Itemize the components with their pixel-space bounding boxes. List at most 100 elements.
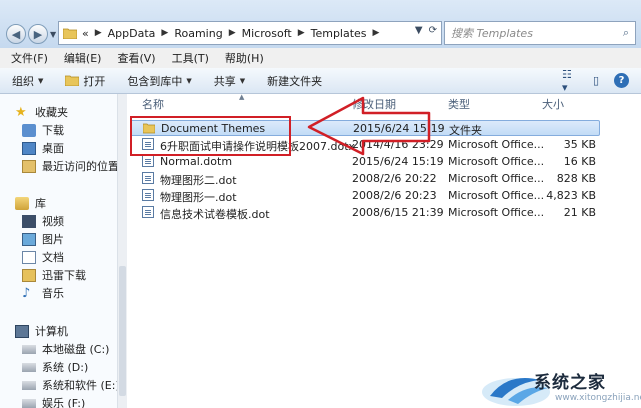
- search-placeholder: 搜索 Templates: [451, 27, 533, 40]
- drive-icon: [22, 344, 36, 354]
- new-folder-button[interactable]: 新建文件夹: [267, 73, 322, 89]
- menu-bar: 文件(F) 编辑(E) 查看(V) 工具(T) 帮助(H): [0, 48, 641, 68]
- file-modified: 2008/2/6 20:23: [352, 189, 437, 202]
- computer-icon: [15, 324, 29, 338]
- chevron-right-icon[interactable]: ▶: [373, 28, 380, 38]
- nav-item-label: 文档: [42, 251, 64, 264]
- organize-button[interactable]: 组织 ▼: [12, 73, 43, 89]
- menu-file[interactable]: 文件(F): [11, 50, 48, 66]
- watermark-url: www.xitongzhijia.net: [555, 393, 641, 403]
- nav-item-label: 系统和软件 (E:): [42, 379, 117, 392]
- file-size: 21 KB: [563, 206, 596, 219]
- nav-libraries[interactable]: 库: [15, 195, 46, 211]
- open-button[interactable]: 打开: [65, 73, 105, 89]
- documents-icon: [22, 250, 36, 264]
- navigation-scrollbar[interactable]: [117, 94, 127, 408]
- file-size: 828 KB: [556, 172, 596, 185]
- chevron-right-icon[interactable]: ▶: [161, 28, 168, 38]
- breadcrumb-microsoft[interactable]: Microsoft: [242, 27, 292, 40]
- file-name: 信息技术试卷模板.dot: [160, 208, 270, 221]
- nav-item-thunder-downloads[interactable]: 迅雷下载: [22, 267, 86, 283]
- breadcrumb-overflow[interactable]: «: [82, 27, 89, 40]
- file-type: Microsoft Office...: [448, 206, 545, 219]
- address-dropdown-icon[interactable]: ▼: [415, 25, 423, 36]
- file-row[interactable]: 信息技术试卷模板.dot 2008/6/15 21:39 Microsoft O…: [130, 205, 600, 221]
- column-type[interactable]: 类型: [448, 94, 470, 114]
- back-button[interactable]: ◀: [6, 24, 26, 44]
- file-type: Microsoft Office...: [448, 189, 545, 202]
- template-icon: [142, 206, 154, 218]
- file-row[interactable]: 物理图形一.dot 2008/2/6 20:23 Microsoft Offic…: [130, 188, 600, 204]
- template-icon: [142, 155, 154, 167]
- file-type: Microsoft Office...: [448, 138, 545, 151]
- nav-computer[interactable]: 计算机: [15, 323, 68, 339]
- column-size[interactable]: 大小: [542, 94, 564, 114]
- include-in-library-button[interactable]: 包含到库中 ▼: [127, 73, 191, 89]
- highlight-box: [130, 116, 291, 156]
- nav-item-desktop[interactable]: 桌面: [22, 140, 64, 156]
- library-icon: [15, 196, 29, 210]
- chevron-down-icon: ▼: [38, 76, 44, 85]
- nav-item-label: 本地磁盘 (C:): [42, 343, 110, 356]
- forward-button[interactable]: ▶: [28, 24, 48, 44]
- organize-label: 组织: [12, 74, 34, 88]
- nav-favorites-label: 收藏夹: [35, 106, 68, 119]
- template-icon: [142, 189, 154, 201]
- chevron-right-icon[interactable]: ▶: [95, 28, 102, 38]
- file-type: 文件夹: [449, 124, 482, 137]
- breadcrumb-roaming[interactable]: Roaming: [174, 27, 222, 40]
- nav-item-label: 迅雷下载: [42, 269, 86, 282]
- nav-item-label: 系统 (D:): [42, 361, 89, 374]
- column-size-label: 大小: [542, 98, 564, 111]
- nav-favorites[interactable]: ★ 收藏夹: [15, 104, 68, 120]
- nav-libraries-label: 库: [35, 197, 46, 210]
- scrollbar-thumb[interactable]: [119, 266, 126, 396]
- folder-icon: [63, 28, 77, 39]
- menu-tools[interactable]: 工具(T): [172, 50, 209, 66]
- file-name: 物理图形二.dot: [160, 174, 237, 187]
- menu-edit[interactable]: 编辑(E): [64, 50, 102, 66]
- view-options-icon[interactable]: ☷ ▾: [562, 68, 578, 94]
- music-icon: ♪: [22, 285, 31, 301]
- address-bar[interactable]: « ▶ AppData ▶ Roaming ▶ Microsoft ▶ Template…: [58, 21, 442, 45]
- recent-pages-dropdown[interactable]: ▼: [50, 30, 56, 39]
- file-type: Microsoft Office...: [448, 155, 545, 168]
- watermark-text: 系统之家: [534, 373, 606, 393]
- chevron-right-icon[interactable]: ▶: [298, 28, 305, 38]
- star-icon: ★: [15, 104, 27, 120]
- file-row[interactable]: 物理图形二.dot 2008/2/6 20:22 Microsoft Offic…: [130, 171, 600, 187]
- recent-places-icon: [22, 159, 36, 173]
- preview-pane-icon[interactable]: ▯: [588, 73, 604, 88]
- refresh-icon[interactable]: ⟳: [429, 25, 437, 36]
- nav-item-drive-d[interactable]: 系统 (D:): [22, 359, 88, 375]
- nav-item-label: 最近访问的位置: [42, 160, 117, 173]
- nav-item-drive-e[interactable]: 系统和软件 (E:): [22, 377, 117, 393]
- sort-ascending-icon: ▲: [239, 93, 245, 101]
- nav-item-videos[interactable]: 视频: [22, 213, 64, 229]
- menu-help[interactable]: 帮助(H): [225, 50, 264, 66]
- file-row[interactable]: Normal.dotm 2015/6/24 15:19 Microsoft Of…: [130, 154, 600, 170]
- nav-item-music[interactable]: ♪ 音乐: [22, 285, 64, 301]
- nav-item-pictures[interactable]: 图片: [22, 231, 64, 247]
- file-size: 4,823 KB: [546, 189, 596, 202]
- include-in-library-label: 包含到库中: [127, 74, 183, 88]
- search-input[interactable]: 搜索 Templates ⌕: [444, 21, 636, 45]
- nav-item-downloads[interactable]: 下载: [22, 122, 64, 138]
- breadcrumb-appdata[interactable]: AppData: [108, 27, 156, 40]
- column-name[interactable]: 名称: [142, 94, 164, 114]
- nav-item-drive-c[interactable]: 本地磁盘 (C:): [22, 341, 109, 357]
- chevron-right-icon[interactable]: ▶: [229, 28, 236, 38]
- drive-icon: [22, 380, 36, 390]
- help-icon[interactable]: ?: [614, 73, 629, 88]
- nav-item-drive-f[interactable]: 娱乐 (F:): [22, 395, 85, 408]
- search-icon[interactable]: ⌕: [623, 26, 629, 40]
- breadcrumb-templates[interactable]: Templates: [311, 27, 367, 40]
- share-button[interactable]: 共享 ▼: [214, 73, 245, 89]
- nav-item-documents[interactable]: 文档: [22, 249, 64, 265]
- nav-item-recent-places[interactable]: 最近访问的位置: [22, 158, 117, 174]
- menu-view[interactable]: 查看(V): [117, 50, 155, 66]
- column-name-label: 名称: [142, 98, 164, 111]
- file-name: Normal.dotm: [160, 155, 233, 168]
- chevron-down-icon: ▼: [239, 76, 246, 85]
- file-size: 35 KB: [563, 138, 596, 151]
